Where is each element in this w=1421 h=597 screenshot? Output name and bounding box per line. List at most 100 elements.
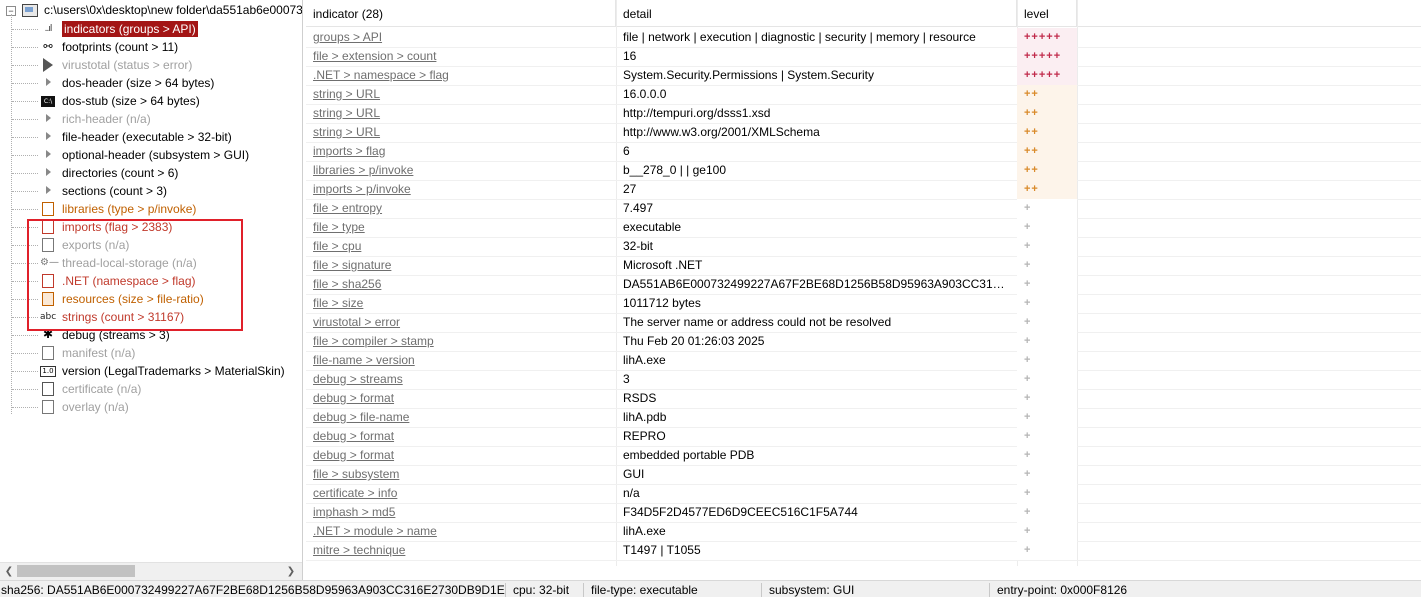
table-row[interactable]: debug > format REPRO +	[306, 427, 1421, 447]
tree-node[interactable]: resources (size > file-ratio)	[0, 290, 302, 308]
indicator-cell[interactable]: file > cpu	[306, 237, 616, 256]
indicator-cell[interactable]: certificate > info	[306, 484, 616, 503]
tree-node[interactable]: ✱ debug (streams > 3)	[0, 326, 302, 344]
table-row[interactable]: imphash > md5 F34D5F2D4577ED6D9CEEC516C1F…	[306, 503, 1421, 523]
table-row[interactable]: string > URL 16.0.0.0 ++	[306, 85, 1421, 105]
table-row[interactable]: string > URL http://www.w3.org/2001/XMLSc…	[306, 123, 1421, 143]
detail-cell: 3	[623, 372, 630, 386]
indicator-cell[interactable]: file > compiler > stamp	[306, 332, 616, 351]
indicator-cell[interactable]: groups > API	[306, 28, 616, 47]
indicator-cell[interactable]: .NET > module > name	[306, 522, 616, 541]
indicator-cell[interactable]: virustotal > error	[306, 313, 616, 332]
table-row[interactable]: .NET > namespace > flag System.Security.P…	[306, 66, 1421, 86]
tree-node[interactable]: exports (n/a)	[0, 236, 302, 254]
table-row[interactable]: debug > format embedded portable PDB +	[306, 446, 1421, 466]
table-row[interactable]: file-name > version lihA.exe +	[306, 351, 1421, 371]
column-header-detail[interactable]: detail	[616, 0, 1017, 26]
tree-node[interactable]: imports (flag > 2383)	[0, 218, 302, 236]
tree-root[interactable]: − c:\users\0x\desktop\new folder\da551ab…	[0, 2, 302, 20]
table-row[interactable]: string > URL http://tempuri.org/dsss1.xsd…	[306, 104, 1421, 124]
tree-node[interactable]: virustotal (status > error)	[0, 56, 302, 74]
tree-node[interactable]: rich-header (n/a)	[0, 110, 302, 128]
tree-node[interactable]: 1.0 version (LegalTrademarks > MaterialSk…	[0, 362, 302, 380]
indicator-cell[interactable]: libraries > p/invoke	[306, 161, 616, 180]
table-row[interactable]: file > entropy 7.497 +	[306, 199, 1421, 219]
table-row[interactable]: mitre > technique T1497 | T1055 +	[306, 541, 1421, 561]
exports-icon	[40, 237, 56, 252]
expand-caret-icon[interactable]	[46, 114, 51, 122]
table-row[interactable]: certificate > info n/a +	[306, 484, 1421, 504]
table-row[interactable]: imports > p/invoke 27 ++	[306, 180, 1421, 200]
table-row[interactable]: imports > flag 6 ++	[306, 142, 1421, 162]
indicator-cell[interactable]: file > entropy	[306, 199, 616, 218]
table-row[interactable]: debug > file-name lihA.pdb +	[306, 408, 1421, 428]
detail-cell: Microsoft .NET	[623, 258, 703, 272]
scrollbar-thumb[interactable]	[17, 565, 135, 577]
tree-node[interactable]: manifest (n/a)	[0, 344, 302, 362]
table-row[interactable]: file > signature Microsoft .NET +	[306, 256, 1421, 276]
table-row[interactable]: file > size 1011712 bytes +	[306, 294, 1421, 314]
table-row[interactable]: .NET > module > name lihA.exe +	[306, 522, 1421, 542]
table-row[interactable]: file > cpu 32-bit +	[306, 237, 1421, 257]
indicator-cell[interactable]: string > URL	[306, 123, 616, 142]
indicator-cell[interactable]: imports > flag	[306, 142, 616, 161]
expand-caret-icon[interactable]	[46, 132, 51, 140]
scroll-left-icon[interactable]: ❮	[2, 565, 16, 578]
table-row[interactable]: libraries > p/invoke b__278_0 | | ge100 ++	[306, 161, 1421, 181]
tree-node[interactable]: optional-header (subsystem > GUI)	[0, 146, 302, 164]
tree-node[interactable]: .NET (namespace > flag)	[0, 272, 302, 290]
indicator-cell[interactable]: .NET > namespace > flag	[306, 66, 616, 85]
table-row[interactable]: debug > format RSDS +	[306, 389, 1421, 409]
indicator-cell[interactable]: file > type	[306, 218, 616, 237]
tree-node[interactable]: abc strings (count > 31167)	[0, 308, 302, 326]
column-header-indicator[interactable]: indicator (28)	[306, 0, 616, 26]
tree-connector-line	[12, 101, 38, 102]
tree-horizontal-scrollbar[interactable]: ❮ ❯	[0, 562, 302, 580]
indicator-cell[interactable]: file > extension > count	[306, 47, 616, 66]
table-row[interactable]: virustotal > error The server name or add…	[306, 313, 1421, 333]
indicator-cell[interactable]: mitre > technique	[306, 541, 616, 560]
indicator-cell[interactable]: file > sha256	[306, 275, 616, 294]
tree-node[interactable]: C:\ dos-stub (size > 64 bytes)	[0, 92, 302, 110]
indicator-cell[interactable]: imphash > md5	[306, 503, 616, 522]
tree-node[interactable]: ⚯ footprints (count > 11)	[0, 38, 302, 56]
table-row[interactable]: file > sha256 DA551AB6E000732499227A67F2B…	[306, 275, 1421, 295]
footprints-icon: ⚯	[43, 40, 53, 53]
tree-node[interactable]: certificate (n/a)	[0, 380, 302, 398]
table-row[interactable]: file > compiler > stamp Thu Feb 20 01:26:…	[306, 332, 1421, 352]
scroll-right-icon[interactable]: ❯	[284, 565, 298, 578]
table-row[interactable]: file > extension > count 16 +++++	[306, 47, 1421, 67]
tree-pane[interactable]: − c:\users\0x\desktop\new folder\da551ab…	[0, 0, 303, 580]
tree-node[interactable]: overlay (n/a)	[0, 398, 302, 416]
table-row[interactable]: file > type executable +	[306, 218, 1421, 238]
tree-node[interactable]: libraries (type > p/invoke)	[0, 200, 302, 218]
table-row[interactable]: groups > API file | network | execution |…	[306, 28, 1421, 48]
indicator-cell[interactable]: imports > p/invoke	[306, 180, 616, 199]
indicator-cell[interactable]: file > subsystem	[306, 465, 616, 484]
indicator-cell[interactable]: debug > file-name	[306, 408, 616, 427]
indicator-cell[interactable]: file-name > version	[306, 351, 616, 370]
detail-cell: lihA.exe	[623, 524, 666, 538]
indicator-cell[interactable]: string > URL	[306, 104, 616, 123]
tree-node[interactable]: directories (count > 6)	[0, 164, 302, 182]
indicator-cell[interactable]: file > size	[306, 294, 616, 313]
indicator-cell[interactable]: file > signature	[306, 256, 616, 275]
tree-node[interactable]: ⚙— thread-local-storage (n/a)	[0, 254, 302, 272]
tree-node[interactable]: sections (count > 3)	[0, 182, 302, 200]
column-header-level[interactable]: level	[1017, 0, 1077, 26]
indicator-cell[interactable]: debug > format	[306, 389, 616, 408]
expand-caret-icon[interactable]	[46, 186, 51, 194]
table-row[interactable]: debug > streams 3 +	[306, 370, 1421, 390]
table-row[interactable]: file > subsystem GUI +	[306, 465, 1421, 485]
indicator-cell[interactable]: debug > format	[306, 446, 616, 465]
expand-caret-icon[interactable]	[46, 168, 51, 176]
expand-caret-icon[interactable]	[46, 150, 51, 158]
tree-node[interactable]: ..ıl indicators (groups > API)	[0, 20, 302, 38]
expand-caret-icon[interactable]	[46, 78, 51, 86]
level-cell: +	[1017, 446, 1077, 465]
indicator-cell[interactable]: debug > streams	[306, 370, 616, 389]
indicator-cell[interactable]: debug > format	[306, 427, 616, 446]
indicator-cell[interactable]: string > URL	[306, 85, 616, 104]
tree-node[interactable]: dos-header (size > 64 bytes)	[0, 74, 302, 92]
tree-node[interactable]: file-header (executable > 32-bit)	[0, 128, 302, 146]
